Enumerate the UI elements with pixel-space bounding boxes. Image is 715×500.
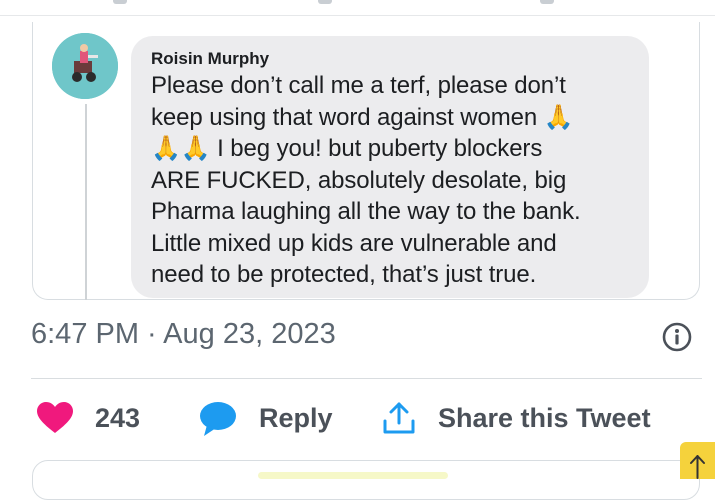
heart-icon[interactable] (36, 401, 74, 435)
scroll-to-top-button[interactable] (680, 442, 715, 479)
like-count[interactable]: 243 (95, 403, 140, 434)
share-button[interactable]: Share this Tweet (438, 403, 651, 434)
tweet-action-bar: 243 Reply Share this Tweet (0, 395, 715, 445)
comment-line: keep using that word against women 🙏 (151, 103, 574, 131)
cutoff-icon (113, 0, 127, 4)
comment-text: Please don’t call me a terf, please don’… (151, 70, 633, 291)
top-divider (0, 15, 715, 16)
thread-line (85, 104, 87, 300)
share-upload-icon[interactable] (382, 401, 416, 435)
speech-bubble-icon[interactable] (198, 400, 238, 438)
comment-line: ARE FUCKED, absolutely desolate, big (151, 166, 567, 194)
avatar[interactable] (52, 33, 118, 99)
reply-button[interactable]: Reply (259, 403, 333, 434)
comment-line: Little mixed up kids are vulnerable and (151, 229, 557, 257)
tweet-timestamp[interactable]: 6:47 PM · Aug 23, 2023 (31, 318, 336, 351)
comment-line: Please don’t call me a terf, please don’… (151, 72, 566, 99)
info-icon[interactable] (662, 322, 692, 352)
actions-divider (31, 378, 702, 379)
arrow-up-icon (690, 455, 705, 479)
comment-bubble: Roisin Murphy Please don’t call me a ter… (131, 36, 649, 298)
comment-line: need to be protected, that’s just true. (151, 261, 537, 288)
avatar-image-icon (52, 33, 118, 99)
comment-author[interactable]: Roisin Murphy (151, 48, 633, 70)
next-card-cutoff (32, 460, 700, 500)
cutoff-icon (540, 0, 554, 4)
comment-line: Pharma laughing all the way to the bank. (151, 198, 581, 225)
cutoff-icon (318, 0, 332, 4)
top-action-icons-cutoff (0, 0, 715, 8)
comment-line: 🙏🙏 I beg you! but puberty blockers (151, 135, 543, 162)
next-card-highlight (258, 472, 448, 479)
